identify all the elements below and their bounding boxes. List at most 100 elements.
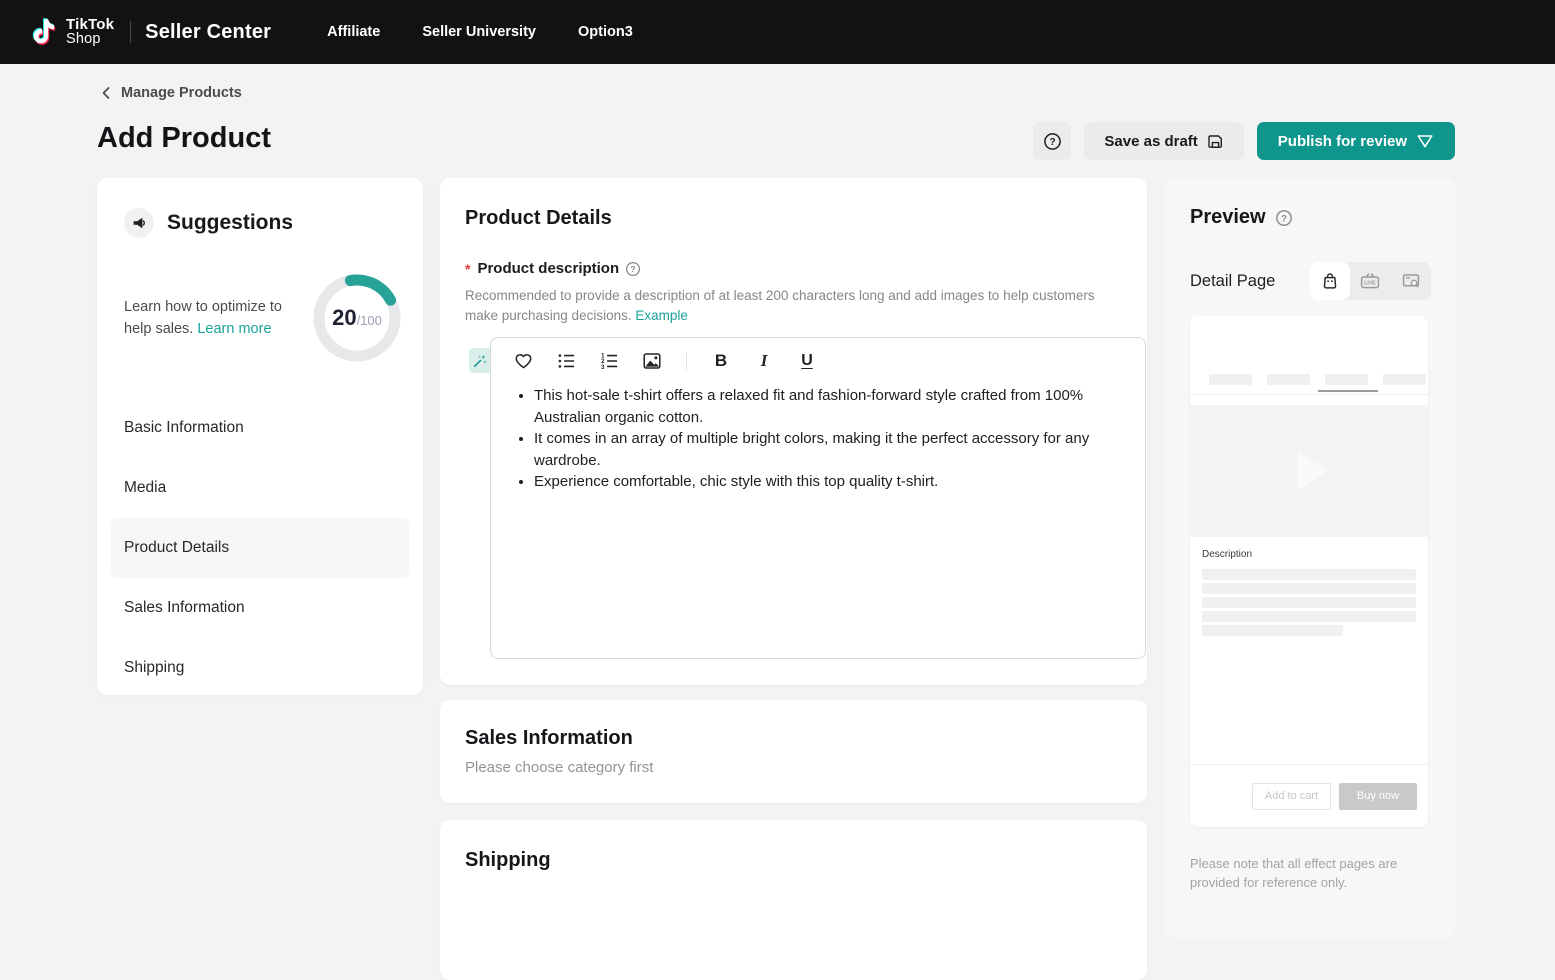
preview-panel: Preview ? Detail Page LIVE (1165, 178, 1455, 938)
play-icon (1298, 452, 1328, 490)
bullet-list-icon[interactable] (555, 350, 577, 372)
app-name[interactable]: Seller Center (145, 21, 271, 44)
mock-active-tab-underline-row (1190, 385, 1428, 394)
save-as-draft-button[interactable]: Save as draft (1084, 122, 1243, 160)
save-icon (1207, 133, 1224, 150)
sales-information-hint: Please choose category first (465, 759, 1122, 776)
page-actions: ? Save as draft Publish for review (1033, 122, 1455, 160)
publish-for-review-button[interactable]: Publish for review (1257, 122, 1455, 160)
suggestions-text: Learn how to optimize to help sales. Lea… (124, 296, 296, 340)
suggestions-body: Learn how to optimize to help sales. Lea… (124, 274, 401, 362)
mock-strip (1190, 395, 1428, 405)
nav-item-affiliate[interactable]: Affiliate (327, 24, 380, 40)
logo-wordmark: TikTok Shop (66, 17, 114, 47)
product-description-label-row: * Product description ? (465, 260, 1122, 277)
suggestions-title: Suggestions (167, 211, 293, 235)
mock-header-space (1190, 316, 1428, 374)
svg-text:?: ? (631, 264, 636, 274)
breadcrumb-back[interactable]: Manage Products (100, 85, 242, 101)
mock-video-area (1190, 405, 1428, 537)
header-divider (130, 21, 131, 43)
sidebar-item-media[interactable]: Media (111, 458, 409, 518)
editor-toolbar: 123 B I U (491, 338, 1145, 378)
preview-header: Preview ? (1190, 206, 1431, 229)
sales-information-card: Sales Information Please choose category… (440, 700, 1147, 803)
mock-buy-now-button: Buy now (1339, 783, 1417, 810)
numbered-list-icon[interactable]: 123 (598, 350, 620, 372)
nav-item-option3[interactable]: Option3 (578, 24, 633, 40)
svg-text:?: ? (1049, 137, 1055, 148)
preview-disclaimer: Please note that all effect pages are pr… (1190, 854, 1440, 892)
mock-text-line (1202, 597, 1416, 608)
suggestions-header: Suggestions (97, 208, 423, 238)
save-draft-label: Save as draft (1104, 133, 1197, 150)
favorite-phrases-icon[interactable] (512, 350, 534, 372)
mock-add-to-cart-button: Add to cart (1252, 783, 1331, 810)
example-link[interactable]: Example (635, 308, 688, 323)
svg-text:LIVE: LIVE (1365, 281, 1377, 287)
nav-item-seller-university[interactable]: Seller University (422, 24, 536, 40)
product-description-label: Product description (477, 260, 619, 277)
underline-button[interactable]: U (796, 350, 818, 372)
top-header: TikTok Shop Seller Center Affiliate Sell… (0, 0, 1555, 64)
score-total: /100 (357, 313, 382, 328)
field-help-icon[interactable]: ? (625, 261, 641, 277)
mock-description-lines (1202, 569, 1416, 639)
detail-page-mockup: Description Add to cart Buy now (1190, 316, 1428, 827)
sidebar-item-shipping[interactable]: Shipping (111, 638, 409, 698)
question-circle-icon: ? (1043, 132, 1062, 151)
bold-button[interactable]: B (710, 350, 732, 372)
header-nav: Affiliate Seller University Option3 (327, 24, 633, 40)
section-nav: Basic Information Media Product Details … (111, 398, 409, 698)
shipping-card: Shipping (440, 820, 1147, 980)
preview-tab-switcher: LIVE (1310, 262, 1431, 300)
ai-wand-button[interactable] (469, 348, 491, 373)
chevron-left-icon (100, 86, 113, 100)
insert-image-icon[interactable] (641, 350, 663, 372)
tab-browse[interactable] (1391, 262, 1431, 300)
help-button[interactable]: ? (1033, 122, 1071, 160)
svg-text:?: ? (1281, 213, 1287, 224)
publish-nabla-icon (1416, 133, 1434, 149)
description-editor-wrap: 123 B I U This hot-sale t-shirt offers a… (490, 337, 1146, 659)
description-input[interactable]: This hot-sale t-shirt offers a relaxed f… (491, 378, 1145, 628)
mock-text-line (1202, 625, 1343, 636)
sales-information-title: Sales Information (465, 727, 1122, 750)
shipping-title: Shipping (465, 849, 1122, 872)
publish-label: Publish for review (1278, 133, 1407, 150)
italic-button[interactable]: I (753, 350, 775, 372)
mock-tab-placeholders (1190, 374, 1428, 385)
description-bullet: It comes in an array of multiple bright … (534, 428, 1120, 471)
description-bullet: Experience comfortable, chic style with … (534, 471, 1120, 493)
mock-text-line (1202, 569, 1416, 580)
sidebar-item-product-details[interactable]: Product Details (111, 518, 409, 578)
score-label: 20 /100 (313, 274, 401, 362)
hint-text: Recommended to provide a description of … (465, 288, 1095, 323)
toolbar-divider (686, 352, 687, 370)
mock-text-line (1202, 583, 1416, 594)
description-hint: Recommended to provide a description of … (465, 286, 1113, 325)
score-progress-ring: 20 /100 (313, 274, 401, 362)
tab-shopping-bag[interactable] (1310, 262, 1350, 300)
sidebar-item-basic-information[interactable]: Basic Information (111, 398, 409, 458)
tab-live[interactable]: LIVE (1350, 262, 1390, 300)
suggestions-panel: Suggestions Learn how to optimize to hel… (97, 178, 423, 695)
tiktok-shop-logo[interactable]: TikTok Shop (30, 17, 114, 48)
sidebar-item-sales-information[interactable]: Sales Information (111, 578, 409, 638)
learn-more-link[interactable]: Learn more (197, 321, 271, 337)
mock-tab-bar (1325, 374, 1368, 385)
detail-page-label: Detail Page (1190, 272, 1275, 291)
mock-footer: Add to cart Buy now (1190, 764, 1428, 827)
description-bullet: This hot-sale t-shirt offers a relaxed f… (534, 385, 1120, 428)
required-marker: * (465, 261, 470, 277)
mock-tab-bar (1267, 374, 1310, 385)
svg-text:3: 3 (601, 365, 605, 371)
preview-help-icon[interactable]: ? (1275, 209, 1293, 227)
megaphone-icon (124, 208, 154, 238)
mock-tab-bar (1383, 374, 1426, 385)
mock-text-line (1202, 611, 1416, 622)
mock-description-label: Description (1202, 549, 1416, 560)
preview-title: Preview (1190, 206, 1266, 229)
mock-tab-bar (1209, 374, 1252, 385)
score-value: 20 (332, 305, 356, 331)
